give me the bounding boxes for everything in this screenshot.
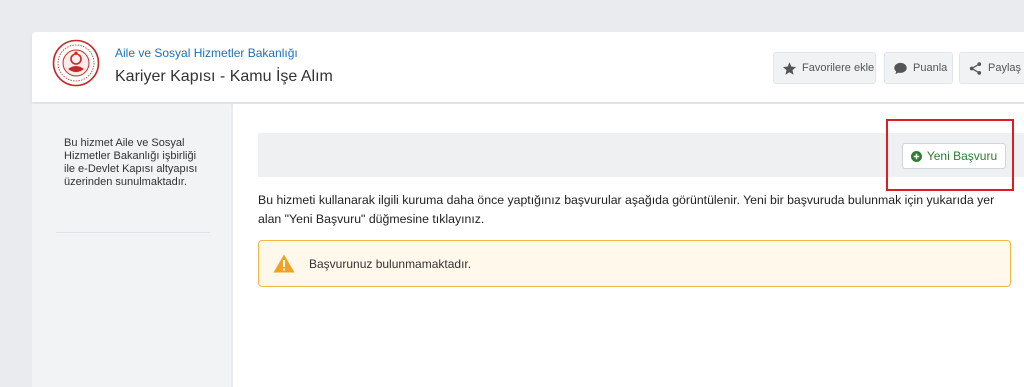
sidebar: Bu hizmet Aile ve Sosyal Hizmetler Bakan… — [32, 104, 231, 387]
warning-icon — [273, 254, 295, 273]
speech-bubble-icon — [894, 62, 907, 74]
alert-message: Başvurunuz bulunmamaktadır. — [309, 257, 472, 271]
page-header: Aile ve Sosyal Hizmetler Bakanlığı Kariy… — [32, 32, 1024, 102]
rate-button[interactable]: Puanla — [884, 52, 953, 84]
share-label: Paylaş — [988, 62, 1022, 74]
no-applications-alert: Başvurunuz bulunmamaktadır. — [258, 240, 1011, 287]
star-icon — [782, 61, 797, 75]
ministry-name: Aile ve Sosyal Hizmetler Bakanlığı — [115, 46, 298, 60]
new-application-button[interactable]: Yeni Başvuru — [902, 143, 1006, 169]
add-to-favorites-button[interactable]: Favorilere ekle — [773, 52, 876, 84]
sidebar-divider — [56, 232, 210, 233]
add-to-favorites-label: Favorilere ekle — [802, 62, 875, 74]
ministry-logo-icon — [52, 39, 100, 87]
page-description: Bu hizmeti kullanarak ilgili kuruma daha… — [258, 193, 995, 226]
share-icon — [969, 61, 982, 75]
main-content: Yeni Başvuru Bu hizmeti kullanarak ilgil… — [233, 104, 1024, 387]
service-title: Kariyer Kapısı - Kamu İşe Alım — [115, 68, 333, 85]
new-application-label: Yeni Başvuru — [926, 149, 998, 163]
plus-circle-icon — [910, 150, 922, 162]
share-button[interactable]: Paylaş — [959, 52, 1024, 84]
sidebar-info-text: Bu hizmet Aile ve Sosyal Hizmetler Bakan… — [64, 137, 198, 188]
rate-label: Puanla — [913, 62, 948, 74]
